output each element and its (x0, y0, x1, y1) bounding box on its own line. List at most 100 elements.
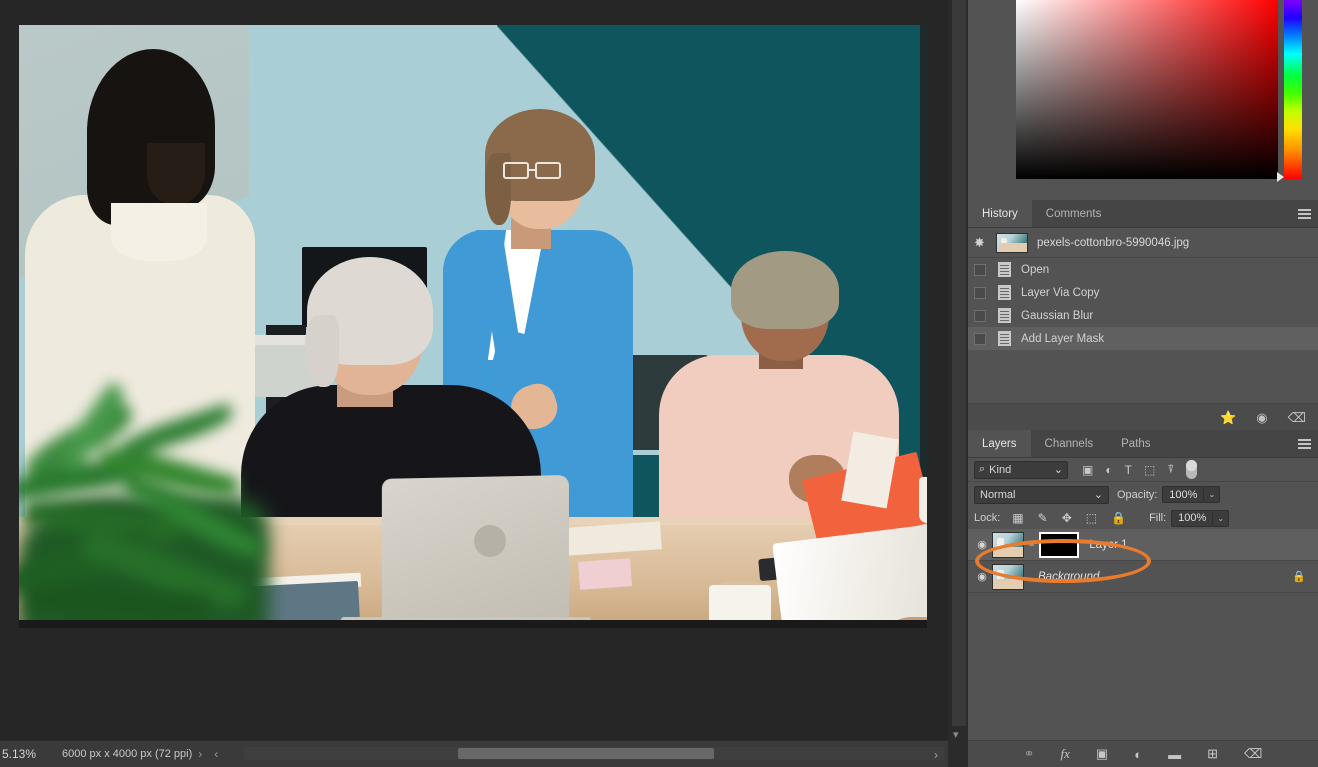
layer-filter-kind-select[interactable]: ⌕ Kind ⌄ (974, 460, 1068, 479)
delete-state-icon[interactable]: ⌫ (1288, 411, 1306, 424)
color-panel[interactable] (968, 0, 1318, 200)
cup-right (919, 477, 927, 523)
right-dock: History Comments ✸ pexels-cottonbro-5990… (968, 0, 1318, 767)
eyeglasses-bridge (529, 169, 537, 171)
new-layer-icon[interactable]: ⊞ (1207, 746, 1218, 762)
lock-artboard-nesting-icon[interactable]: ⬚ (1086, 511, 1097, 525)
opacity-label: Opacity: (1117, 488, 1158, 501)
layer-style-fx-icon[interactable]: fx (1061, 746, 1070, 762)
tab-layers[interactable]: Layers (968, 430, 1031, 457)
filter-type-layers-icon[interactable]: T (1125, 463, 1132, 477)
status-expand-icon[interactable]: › (192, 747, 208, 761)
add-layer-mask-icon[interactable]: ▣ (1096, 746, 1108, 762)
layer-list[interactable]: ◉ ⚭ Layer 1 ◉ Background 🔒 (968, 529, 1318, 625)
filter-enable-toggle[interactable] (1186, 460, 1198, 479)
lock-row: Lock: ▦ ✎ ✥ ⬚ 🔒 Fill: 100% ⌄ (968, 507, 1318, 529)
history-snapshot-toggle[interactable] (974, 332, 986, 345)
foreground-plant (19, 381, 299, 628)
blend-mode-value: Normal (980, 488, 1016, 501)
layer-name[interactable]: Layer 1 (1089, 539, 1127, 551)
chevron-down-icon[interactable]: ▾ (953, 728, 959, 741)
history-state-add-layer-mask[interactable]: Add Layer Mask (968, 327, 1318, 350)
create-document-from-state-icon[interactable]: ⭐ (1220, 411, 1236, 424)
layers-footer: ⚭ fx ▣ ◐ ▬ ⊞ ⌫ (968, 740, 1318, 767)
lock-all-icon[interactable]: 🔒 (1111, 511, 1126, 525)
layer-visibility-toggle[interactable]: ◉ (972, 538, 992, 551)
zoom-level[interactable]: 5.13% (0, 747, 58, 761)
canvas-horizontal-scroll-thumb[interactable] (458, 748, 714, 759)
sticky-note-pink (578, 558, 632, 590)
history-snapshot-toggle[interactable] (974, 309, 986, 322)
create-new-snapshot-icon[interactable]: ◉ (1256, 411, 1267, 424)
layer-mask-thumbnail[interactable] (1039, 531, 1080, 558)
fill-value[interactable]: 100% (1171, 509, 1214, 527)
layer-name[interactable]: Background (1038, 571, 1099, 583)
new-adjustment-layer-icon[interactable]: ◐ (1134, 747, 1142, 762)
fill-label: Fill: (1149, 512, 1167, 524)
canvas-vertical-scrollbar[interactable] (952, 0, 966, 726)
layer-row-layer-1[interactable]: ◉ ⚭ Layer 1 (968, 529, 1318, 561)
history-state-open[interactable]: Open (968, 258, 1318, 281)
tab-comments[interactable]: Comments (1031, 200, 1116, 227)
tab-paths[interactable]: Paths (1107, 430, 1165, 457)
opacity-stepper[interactable]: ⌄ (1204, 486, 1221, 503)
status-bar-right-chevron-icon[interactable]: › (934, 748, 938, 762)
history-snapshot-toggle[interactable] (974, 286, 986, 299)
history-list[interactable]: ✸ pexels-cottonbro-5990046.jpg Open Laye… (968, 228, 1318, 403)
canvas-workspace[interactable] (0, 0, 948, 740)
laptop-logo (474, 525, 506, 557)
history-state-label: Gaussian Blur (1021, 309, 1094, 322)
fill-stepper[interactable]: ⌄ (1213, 509, 1230, 527)
history-state-icon (998, 308, 1011, 323)
photo-image (19, 25, 927, 628)
status-collapse-icon[interactable]: ‹ (208, 747, 224, 761)
eyeglasses-left-lens (503, 162, 529, 179)
history-panel-menu-icon[interactable] (1298, 209, 1311, 219)
lock-transparent-pixels-icon[interactable]: ▦ (1012, 511, 1023, 525)
filter-adjustment-layers-icon[interactable]: ◐ (1105, 463, 1112, 477)
layer-row-background[interactable]: ◉ Background 🔒 (968, 561, 1318, 593)
history-state-gaussian-blur[interactable]: Gaussian Blur (968, 304, 1318, 327)
lock-image-pixels-icon[interactable]: ✎ (1038, 511, 1048, 525)
saturation-value-field[interactable] (1016, 0, 1278, 179)
layers-panel-menu-icon[interactable] (1298, 439, 1311, 449)
history-state-layer-via-copy[interactable]: Layer Via Copy (968, 281, 1318, 304)
canvas-horizontal-scrollbar[interactable] (244, 747, 944, 760)
snapshot-brush-icon: ✸ (974, 234, 985, 250)
document-dimensions: 6000 px x 4000 px (72 ppi) (62, 748, 193, 760)
person-right-hair (731, 251, 839, 329)
history-snapshot-row[interactable]: ✸ pexels-cottonbro-5990046.jpg (968, 228, 1318, 258)
delete-layer-icon[interactable]: ⌫ (1244, 746, 1262, 762)
tab-history[interactable]: History (968, 200, 1032, 227)
chevron-down-icon[interactable]: ⌄ (1094, 488, 1103, 501)
lock-label: Lock: (974, 512, 1001, 524)
chevron-down-icon[interactable]: ⌄ (1054, 463, 1063, 476)
layer-list-empty-area[interactable] (968, 625, 1318, 755)
hue-marker-icon[interactable] (1277, 172, 1284, 182)
background-lock-icon: 🔒 (1292, 571, 1306, 583)
blend-mode-select[interactable]: Normal ⌄ (974, 485, 1109, 504)
mask-link-icon[interactable]: ⚭ (1027, 538, 1036, 551)
person-left-beard (147, 143, 205, 205)
snapshot-label: pexels-cottonbro-5990046.jpg (1037, 236, 1190, 249)
history-snapshot-toggle[interactable] (974, 263, 986, 276)
layer-thumbnail[interactable] (992, 531, 1024, 558)
filter-shape-layers-icon[interactable]: ⬚ (1144, 463, 1155, 477)
document-canvas[interactable] (19, 25, 927, 628)
history-state-label: Add Layer Mask (1021, 332, 1105, 345)
filter-pixel-layers-icon[interactable]: ▣ (1082, 463, 1093, 477)
new-group-icon[interactable]: ▬ (1168, 747, 1181, 762)
hue-slider[interactable] (1284, 0, 1302, 179)
laptop-screen (381, 475, 569, 625)
filter-smart-objects-icon[interactable]: ⍒ (1167, 462, 1174, 477)
history-state-icon (998, 262, 1011, 277)
tab-channels[interactable]: Channels (1030, 430, 1108, 457)
person-seated-hair-side (305, 315, 339, 387)
blend-mode-row: Normal ⌄ Opacity: 100% ⌄ (968, 482, 1318, 507)
link-layers-icon[interactable]: ⚭ (1024, 746, 1035, 762)
lock-position-icon[interactable]: ✥ (1062, 511, 1072, 525)
layer-thumbnail[interactable] (992, 563, 1024, 590)
opacity-value[interactable]: 100% (1162, 486, 1205, 503)
layer-visibility-toggle[interactable]: ◉ (972, 570, 992, 583)
image-bottom-edge (19, 620, 927, 628)
